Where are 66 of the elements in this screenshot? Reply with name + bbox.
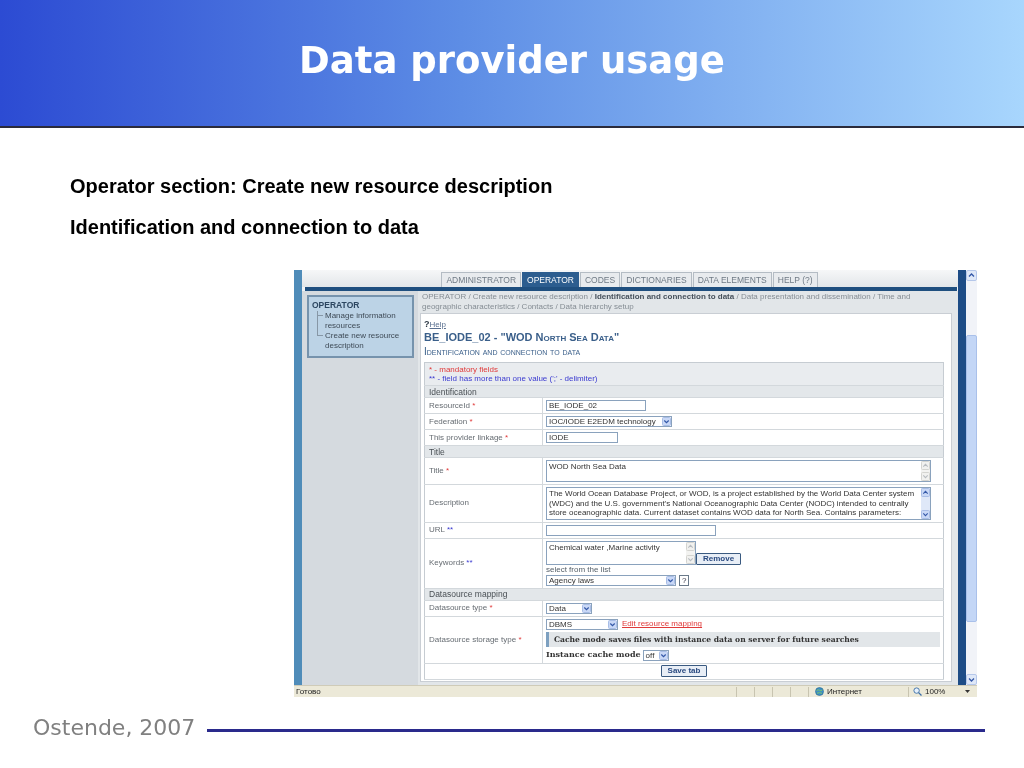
scroll-down-icon[interactable] (921, 509, 930, 519)
edit-mapping-link[interactable]: Edit resource mapping (622, 619, 703, 629)
dropdown-arrow-icon (608, 619, 617, 629)
nav-tab[interactable]: ADMINISTRATOR (441, 272, 521, 287)
page-scrollbar[interactable] (966, 270, 977, 685)
field-label: Title * (424, 457, 543, 485)
dropdown-arrow-icon (662, 417, 671, 426)
scrollbar-thumb[interactable] (966, 335, 977, 622)
sidebar-link[interactable]: Create new resource description (317, 331, 409, 351)
sidebar-link[interactable]: Manage information resources (317, 311, 409, 331)
nav-tab[interactable]: OPERATOR (522, 272, 579, 287)
field-label: Keywords ** (424, 538, 543, 588)
dropdown-field[interactable]: Agency laws (546, 574, 676, 586)
security-zone-text: Интернет (827, 686, 862, 697)
field-label: Datasource type * (424, 600, 543, 616)
breadcrumb-trail[interactable]: OPERATOR / Create new resource description / Identification and connection to data / Data presentation and dissemination / Time and geographic characteristics / Contacts / Data hierarchy setup (420, 291, 952, 313)
text-area-field[interactable]: WOD North Sea Data (546, 460, 931, 482)
globe-icon (815, 687, 824, 696)
dropdown-field[interactable]: DBMS (546, 618, 618, 630)
nav-tab[interactable]: CODES (579, 272, 621, 287)
text-input-field[interactable] (546, 524, 716, 536)
zoom-level[interactable]: 100% (925, 686, 946, 697)
field-label: This provider linkage * (424, 429, 543, 446)
nav-tab[interactable]: DICTIONARIES (621, 272, 692, 287)
dropdown-field[interactable]: off (642, 649, 669, 661)
legend-note: * - mandatory fields (429, 365, 498, 374)
legend-note: ** - field has more than one value (';' - delimiter) (429, 374, 598, 383)
dropdown-arrow-icon (582, 603, 591, 613)
nav-tab[interactable]: HELP (?) (772, 272, 818, 287)
dropdown-field[interactable]: Data (546, 602, 592, 614)
scroll-up-icon[interactable] (966, 270, 977, 281)
field-label: Datasource storage type * (424, 616, 543, 663)
list-hint: select from the list (546, 564, 611, 575)
footer-text: Ostende, 2007 (33, 715, 196, 741)
record-title: BE_IODE_02 - "WOD North Sea Data" (424, 331, 620, 343)
status-text: Готово (296, 686, 321, 696)
dropdown-field[interactable]: IOC/IODE E2EDM technology (546, 416, 672, 427)
dropdown-arrow-icon (666, 575, 675, 585)
remove-button[interactable]: Remove (696, 552, 742, 565)
page-heading: Identification and connection to data (424, 346, 581, 357)
help-button[interactable]: ? (679, 574, 690, 586)
field-label: ResourceId * (424, 397, 543, 414)
text-area-field[interactable]: The World Ocean Database Project, or WOD, is a project established by the World Data Center system (WDC) and the U.S. government's National Oceanographic Data Center (NODC) intended to centrally store oceanographic data. Current dataset contains WOD data for North Sea. Contains parameters: (546, 487, 931, 520)
save-tab-button[interactable]: Save tab (660, 665, 708, 677)
dropdown-arrow-icon (658, 650, 668, 660)
question-mark: ? (424, 319, 430, 329)
sidebar-heading: OPERATOR (312, 300, 360, 311)
field-label: Description (424, 484, 543, 522)
field-label: Federation * (424, 413, 543, 430)
cache-mode-label: Instance cache mode (546, 650, 641, 660)
magnifier-icon[interactable] (913, 687, 922, 696)
nav-tab[interactable]: DATA ELEMENTS (692, 272, 772, 287)
slide-subtitle: Operator section: Create new resource description (70, 174, 553, 198)
dropdown-arrow-icon[interactable] (965, 690, 970, 693)
text-area-field[interactable]: Chemical water ,Marine activity (546, 540, 696, 565)
scroll-up-icon[interactable] (686, 541, 695, 551)
field-label: URL ** (424, 522, 543, 538)
slide-subtitle: Identification and connection to data (70, 215, 419, 239)
textarea-scrollbar[interactable] (921, 488, 930, 519)
text-input-field[interactable]: BE_IODE_02 (546, 400, 646, 411)
slide-title: Data provider usage (299, 39, 725, 84)
help-link[interactable]: Help (429, 320, 446, 330)
scroll-up-icon[interactable] (921, 488, 930, 497)
text-input-field[interactable]: IODE (546, 432, 618, 443)
textarea-scrollbar[interactable] (686, 541, 695, 564)
scroll-down-icon[interactable] (966, 674, 977, 685)
